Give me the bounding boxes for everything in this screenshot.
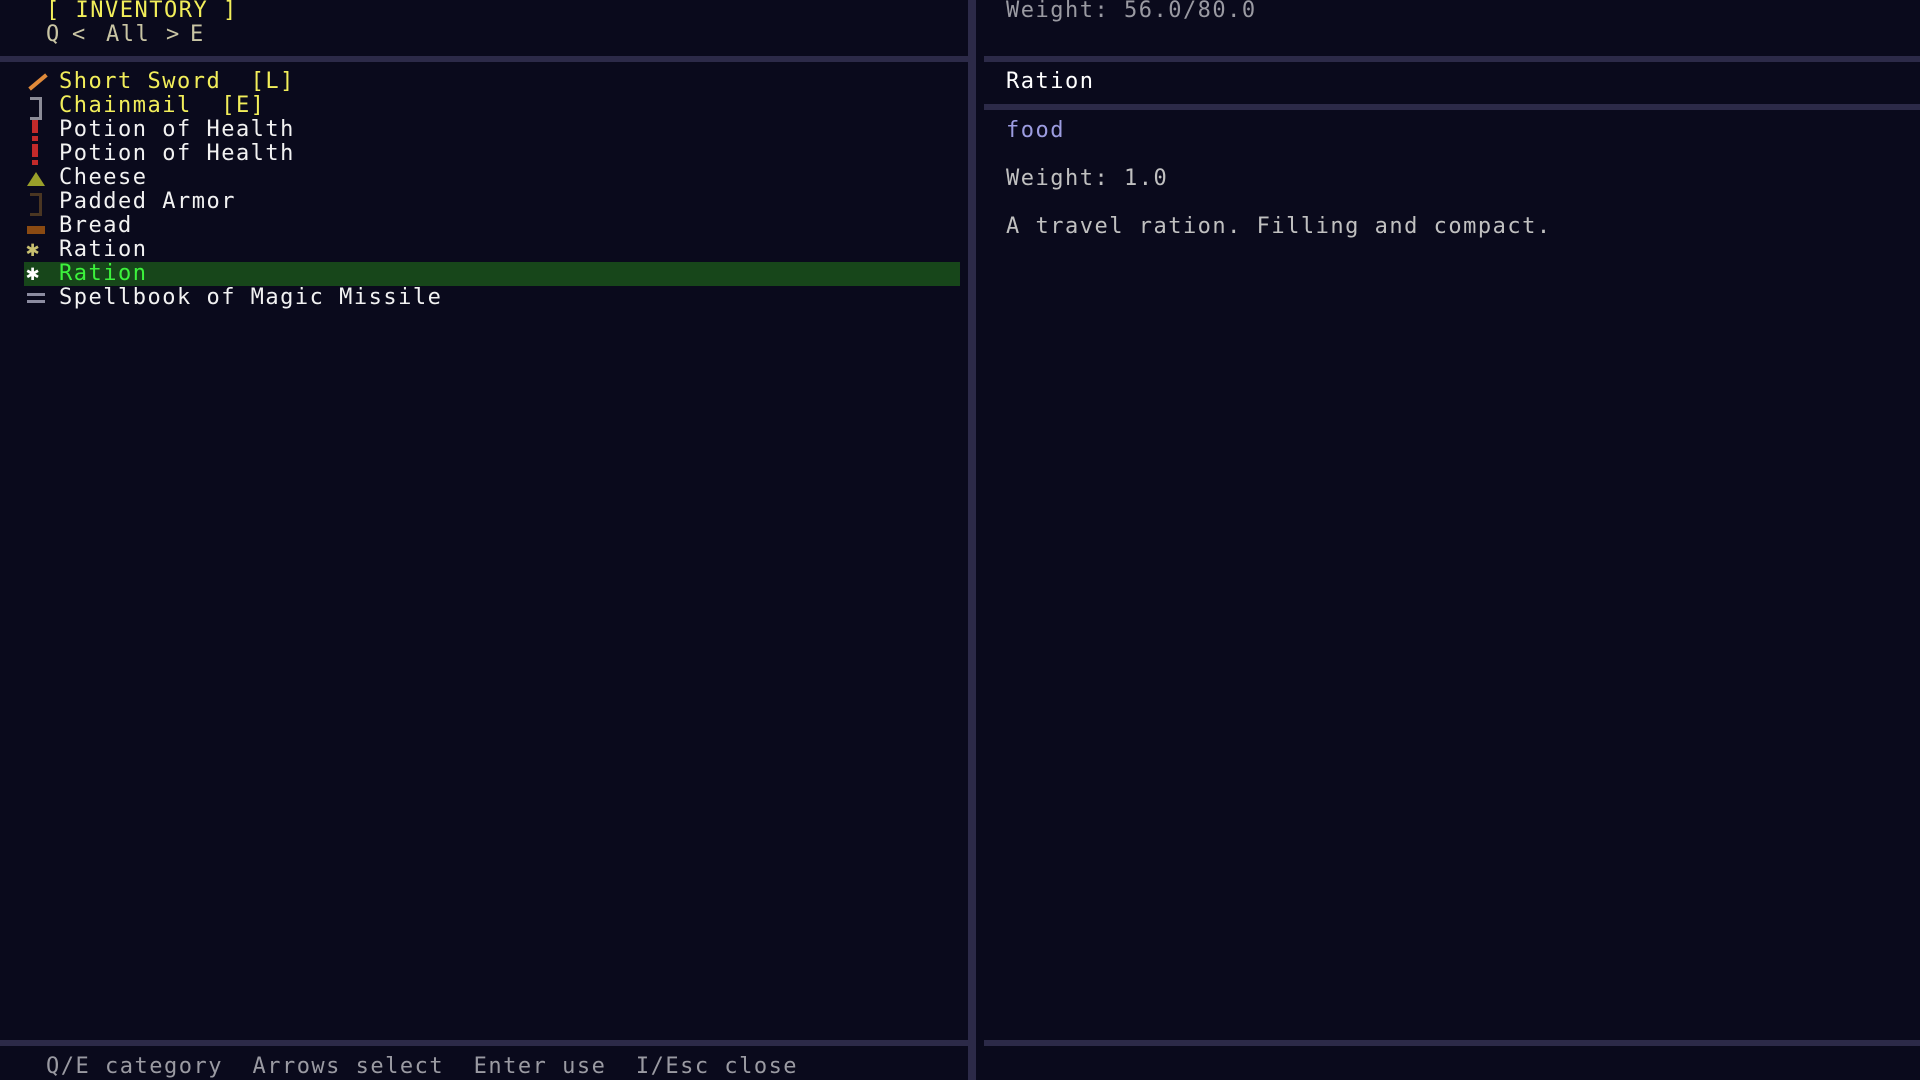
header-divider-right <box>984 56 1920 62</box>
hint-category: Q/E category <box>46 1054 223 1079</box>
sword-icon <box>24 70 48 94</box>
footer-divider-left <box>0 1040 968 1046</box>
detail-item-type: food <box>1006 118 1065 143</box>
item-label: Short Sword [L] <box>59 69 295 94</box>
inventory-item[interactable]: Cheese <box>24 166 960 190</box>
header-divider-left <box>0 56 968 62</box>
ration-icon <box>24 238 48 262</box>
armor-icon <box>24 190 48 216</box>
inventory-item[interactable]: Short Sword [L] <box>24 70 960 94</box>
category-next-arrow[interactable]: > <box>166 23 181 47</box>
inventory-item[interactable]: Chainmail [E] <box>24 93 960 120</box>
bread-icon <box>24 214 48 238</box>
inventory-item[interactable]: Spellbook of Magic Missile <box>24 286 960 310</box>
item-label: Ration <box>59 237 148 262</box>
item-label: Spellbook of Magic Missile <box>59 285 443 310</box>
weight-summary: Weight: 56.0/80.0 <box>1006 0 1257 23</box>
potion-icon <box>24 118 48 142</box>
item-label: Cheese <box>59 165 148 190</box>
spellbook-icon <box>24 286 48 310</box>
detail-item-name: Ration <box>1006 69 1095 94</box>
item-label: Ration <box>59 261 148 286</box>
inventory-item[interactable]: Potion of Health <box>24 118 960 142</box>
cheese-icon <box>24 166 48 190</box>
category-prev-key[interactable]: Q <box>46 23 61 47</box>
detail-item-description: A travel ration. Filling and compact. <box>1006 214 1552 239</box>
item-label: Potion of Health <box>59 117 295 142</box>
detail-title-divider <box>984 104 1920 110</box>
ration-icon <box>24 262 48 286</box>
armor-icon <box>24 94 48 120</box>
inventory-item-selected[interactable]: Ration <box>24 262 960 286</box>
item-label: Padded Armor <box>59 189 236 214</box>
inventory-item[interactable]: Padded Armor <box>24 189 960 216</box>
hint-select: Arrows select <box>252 1054 445 1079</box>
inventory-item[interactable]: Potion of Health <box>24 142 960 166</box>
category-prev-arrow[interactable]: < <box>72 23 87 47</box>
inventory-list: Short Sword [L] Chainmail [E] Potion of … <box>24 70 960 310</box>
footer-divider-right <box>984 1040 1920 1046</box>
inventory-title: [ INVENTORY ] <box>46 0 238 23</box>
item-label: Bread <box>59 213 133 238</box>
hint-close: I/Esc close <box>635 1054 799 1079</box>
item-label: Potion of Health <box>59 141 295 166</box>
panel-divider <box>968 0 976 1080</box>
inventory-item[interactable]: Ration <box>24 237 960 263</box>
hint-use: Enter use <box>473 1054 607 1079</box>
potion-icon <box>24 142 48 166</box>
inventory-item[interactable]: Bread <box>24 214 960 238</box>
category-next-key[interactable]: E <box>190 23 205 47</box>
item-label: Chainmail [E] <box>59 93 266 118</box>
footer-hints: Q/E category Arrows select Enter use I/E… <box>46 1055 798 1079</box>
category-name: All <box>106 22 151 47</box>
detail-item-weight: Weight: 1.0 <box>1006 166 1169 191</box>
